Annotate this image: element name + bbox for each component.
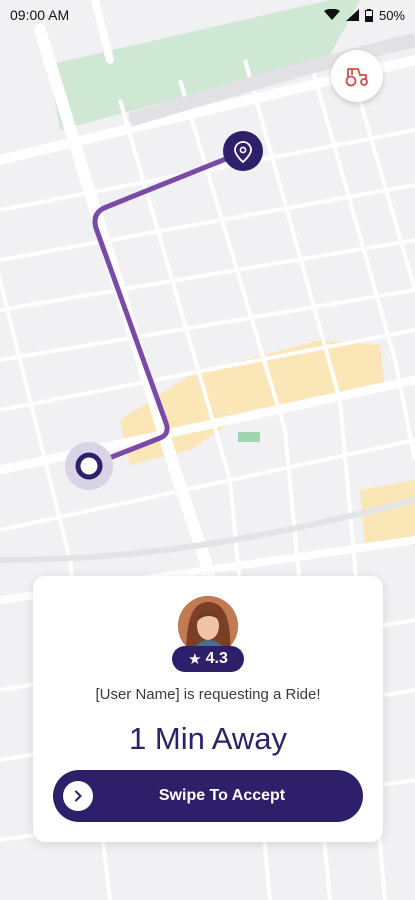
battery-percent: 50% xyxy=(378,7,405,23)
eta-text: 1 Min Away xyxy=(129,721,287,756)
chevron-right-icon xyxy=(75,790,82,802)
destination-marker[interactable] xyxy=(223,131,263,171)
status-icons: 50% xyxy=(323,7,405,23)
signal-icon xyxy=(345,9,359,21)
wifi-icon xyxy=(323,9,340,20)
battery-icon xyxy=(364,8,373,22)
star-icon: ★ xyxy=(188,650,202,668)
ride-request-card: ★ 4.3 [User Name] is requesting a Ride! … xyxy=(33,576,383,842)
origin-marker[interactable] xyxy=(65,442,113,490)
status-time: 09:00 AM xyxy=(10,7,70,23)
rating-value: 4.3 xyxy=(205,650,228,667)
swipe-label: Swipe To Accept xyxy=(158,787,286,804)
request-message: [User Name] is requesting a Ride! xyxy=(95,686,321,703)
status-bar: 09:00 AM 50% xyxy=(0,0,415,30)
rating-badge: ★ 4.3 xyxy=(172,646,244,672)
swipe-handle[interactable] xyxy=(63,781,93,811)
swipe-to-accept-button[interactable]: Swipe To Accept xyxy=(53,770,363,822)
tractor-icon xyxy=(345,68,368,87)
tractor-button[interactable] xyxy=(331,50,383,102)
